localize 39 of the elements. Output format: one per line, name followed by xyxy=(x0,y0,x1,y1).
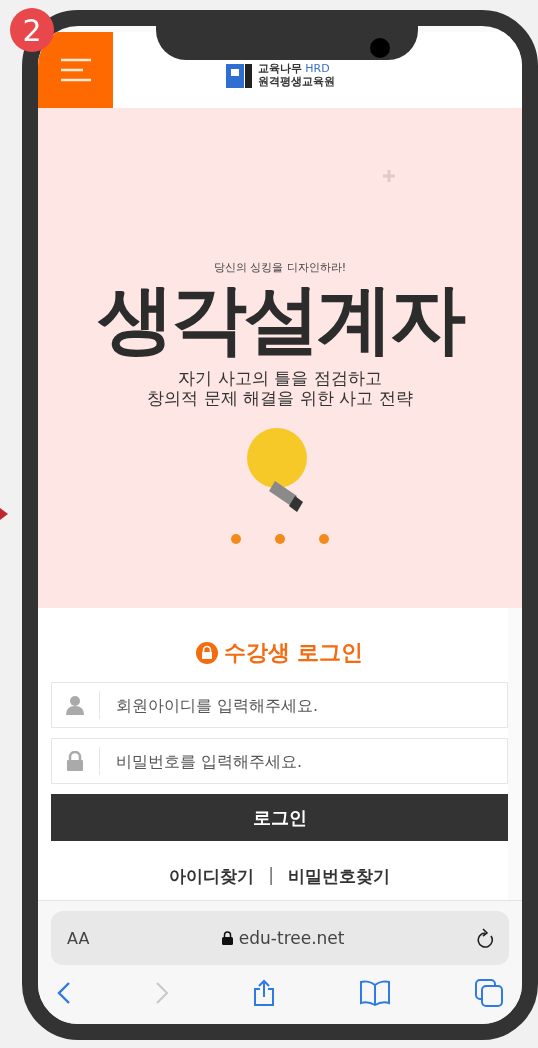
login-title: 수강생 로그인 xyxy=(223,639,364,667)
carousel-dot[interactable] xyxy=(231,534,241,545)
book-icon xyxy=(359,980,391,1006)
lock-icon xyxy=(195,642,218,664)
lock-icon xyxy=(67,751,83,771)
forward-icon xyxy=(155,981,169,1005)
reload-button[interactable] xyxy=(477,928,495,948)
carousel-dot[interactable] xyxy=(275,534,285,545)
find-id-link[interactable]: 아이디찾기 xyxy=(169,865,255,888)
url-text: edu-tree.net xyxy=(238,928,345,948)
banner-title: 생각설계자 xyxy=(97,281,463,357)
back-button[interactable] xyxy=(57,981,71,1005)
link-separator: | xyxy=(268,865,274,887)
menu-button[interactable] xyxy=(38,32,113,108)
reload-icon xyxy=(477,928,495,948)
logo-icon xyxy=(225,64,252,88)
id-field[interactable]: 회원아이디를 입력해주세요. xyxy=(51,682,508,728)
back-icon xyxy=(57,981,71,1005)
tabs-button[interactable] xyxy=(475,979,503,1007)
bookmarks-button[interactable] xyxy=(359,980,391,1006)
banner-tagline: 당신의 싱킹을 디자인하라! xyxy=(213,260,347,275)
logo-text: 교육나무 HRD 원격평생교육원 xyxy=(257,63,335,89)
banner-subtitle: 자기 사고의 틀을 점검하고 창의적 문제 해결을 위한 사고 전략 xyxy=(147,369,413,409)
text-size-button[interactable]: AA xyxy=(67,928,90,948)
find-password-link[interactable]: 비밀번호찾기 xyxy=(287,865,390,888)
password-field[interactable]: 비밀번호를 입력해주세요. xyxy=(51,738,508,784)
lock-icon xyxy=(221,931,233,945)
tabs-icon xyxy=(475,979,503,1007)
camera-icon xyxy=(370,38,390,58)
login-button[interactable]: 로그인 xyxy=(51,794,508,841)
address-bar[interactable]: AA edu-tree.net xyxy=(51,911,509,965)
step-badge: 2 xyxy=(10,8,54,52)
carousel-dot[interactable] xyxy=(319,534,329,545)
person-icon xyxy=(66,695,84,715)
arrow-head-icon xyxy=(0,508,8,520)
menu-icon xyxy=(60,58,91,82)
share-icon xyxy=(253,979,275,1007)
share-button[interactable] xyxy=(253,979,275,1007)
plus-icon xyxy=(383,170,395,182)
